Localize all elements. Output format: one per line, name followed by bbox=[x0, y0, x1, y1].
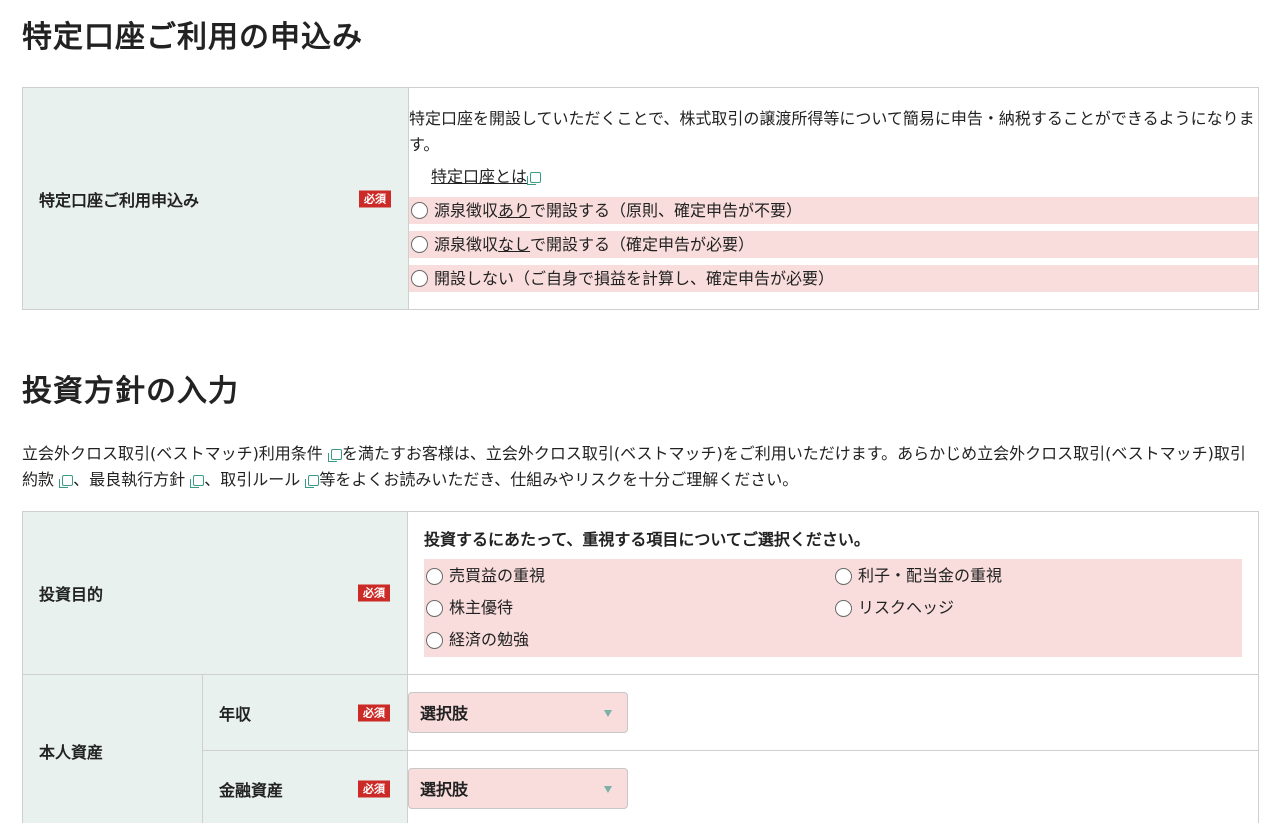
radio-icon[interactable] bbox=[426, 599, 443, 617]
tokutei-row-label-cell: 特定口座ご利用申込み 必須 bbox=[22, 87, 409, 310]
radio-icon[interactable] bbox=[835, 567, 852, 585]
annual-income-label: 年収 bbox=[219, 704, 252, 724]
tokutei-content: 特定口座を開設していただくことで、株式取引の譲渡所得等について簡易に申告・納税す… bbox=[408, 87, 1259, 310]
goal-option-economic-study[interactable]: 経済の勉強 bbox=[424, 627, 833, 653]
goal-label-cell: 投資目的 必須 bbox=[22, 511, 408, 675]
financial-assets-label: 金融資産 bbox=[219, 780, 284, 800]
goal-question: 投資するにあたって、重視する項目についてご選択ください。 bbox=[424, 530, 870, 549]
section-title-investment-policy: 投資方針の入力 bbox=[22, 374, 239, 409]
radio-icon[interactable] bbox=[411, 269, 428, 287]
investment-policy-table: 投資目的 必須 投資するにあたって、重視する項目についてご選択ください。 売買益… bbox=[22, 511, 1259, 823]
radio-option-withholding-no[interactable]: 源泉徴収 なし で開設する（確定申告が必要） bbox=[409, 230, 1258, 258]
assets-label: 本人資産 bbox=[39, 742, 104, 762]
required-badge: 必須 bbox=[358, 780, 390, 797]
goal-label: 投資目的 bbox=[39, 585, 104, 604]
goal-option-dividends[interactable]: 利子・配当金の重視 bbox=[833, 563, 1242, 589]
financial-assets-label-cell: 金融資産 必須 bbox=[202, 750, 408, 823]
caret-down-icon bbox=[604, 786, 612, 793]
section-title-tokutei: 特定口座ご利用の申込み bbox=[22, 20, 363, 55]
assets-label-cell: 本人資産 bbox=[22, 674, 203, 823]
goal-option-shareholder-benefits[interactable]: 株主優待 bbox=[424, 595, 833, 621]
tokutei-row-label: 特定口座ご利用申込み bbox=[39, 190, 200, 210]
annual-income-select[interactable]: 選択肢 bbox=[408, 692, 628, 733]
radio-option-withholding-yes[interactable]: 源泉徴収 あり で開設する（原則、確定申告が不要） bbox=[409, 196, 1258, 224]
goal-option-trading-profit[interactable]: 売買益の重視 bbox=[424, 563, 833, 589]
required-badge: 必須 bbox=[359, 190, 391, 207]
tokutei-info-link[interactable]: 特定口座とは bbox=[431, 167, 527, 186]
external-link-icon bbox=[190, 475, 205, 488]
crossing-trade-notice: 立会外クロス取引(ベストマッチ)利用条件 を満たすお客様は、立会外クロス取引(ベ… bbox=[22, 444, 1246, 489]
required-badge: 必須 bbox=[358, 584, 390, 602]
radio-icon[interactable] bbox=[411, 201, 428, 219]
radio-icon[interactable] bbox=[411, 235, 428, 253]
financial-assets-cell: 選択肢 bbox=[407, 750, 1259, 823]
conditions-link[interactable]: 立会外クロス取引(ベストマッチ)利用条件 bbox=[22, 444, 323, 463]
annual-income-cell: 選択肢 bbox=[407, 674, 1259, 751]
tokutei-link-line: 特定口座とは bbox=[409, 164, 1258, 190]
caret-down-icon bbox=[604, 710, 612, 717]
goal-content: 投資するにあたって、重視する項目についてご選択ください。 売買益の重視 利子・配… bbox=[407, 511, 1259, 675]
tokutei-form-table: 特定口座ご利用申込み 必須 特定口座を開設していただくことで、株式取引の譲渡所得… bbox=[22, 87, 1259, 310]
page: 特定口座ご利用の申込み 特定口座ご利用申込み 必須 特定口座を開設していただくこ… bbox=[0, 0, 1280, 823]
goal-options: 売買益の重視 利子・配当金の重視 株主優待 リスクヘッジ 経済の勉強 bbox=[424, 559, 1242, 657]
radio-icon[interactable] bbox=[426, 631, 443, 649]
financial-assets-select[interactable]: 選択肢 bbox=[408, 768, 628, 809]
radio-icon[interactable] bbox=[426, 567, 443, 585]
tokutei-description: 特定口座を開設していただくことで、株式取引の譲渡所得等について簡易に申告・納税す… bbox=[409, 108, 1255, 154]
radio-icon[interactable] bbox=[835, 599, 852, 617]
external-link-icon bbox=[305, 475, 320, 488]
external-link-icon bbox=[59, 475, 74, 488]
annual-income-label-cell: 年収 必須 bbox=[202, 674, 408, 751]
radio-option-no-account[interactable]: 開設しない（ご自身で損益を計算し、確定申告が必要） bbox=[409, 264, 1258, 292]
external-link-icon bbox=[327, 449, 342, 462]
goal-option-risk-hedge[interactable]: リスクヘッジ bbox=[833, 595, 1242, 621]
external-link-icon bbox=[527, 171, 542, 185]
required-badge: 必須 bbox=[358, 704, 390, 721]
